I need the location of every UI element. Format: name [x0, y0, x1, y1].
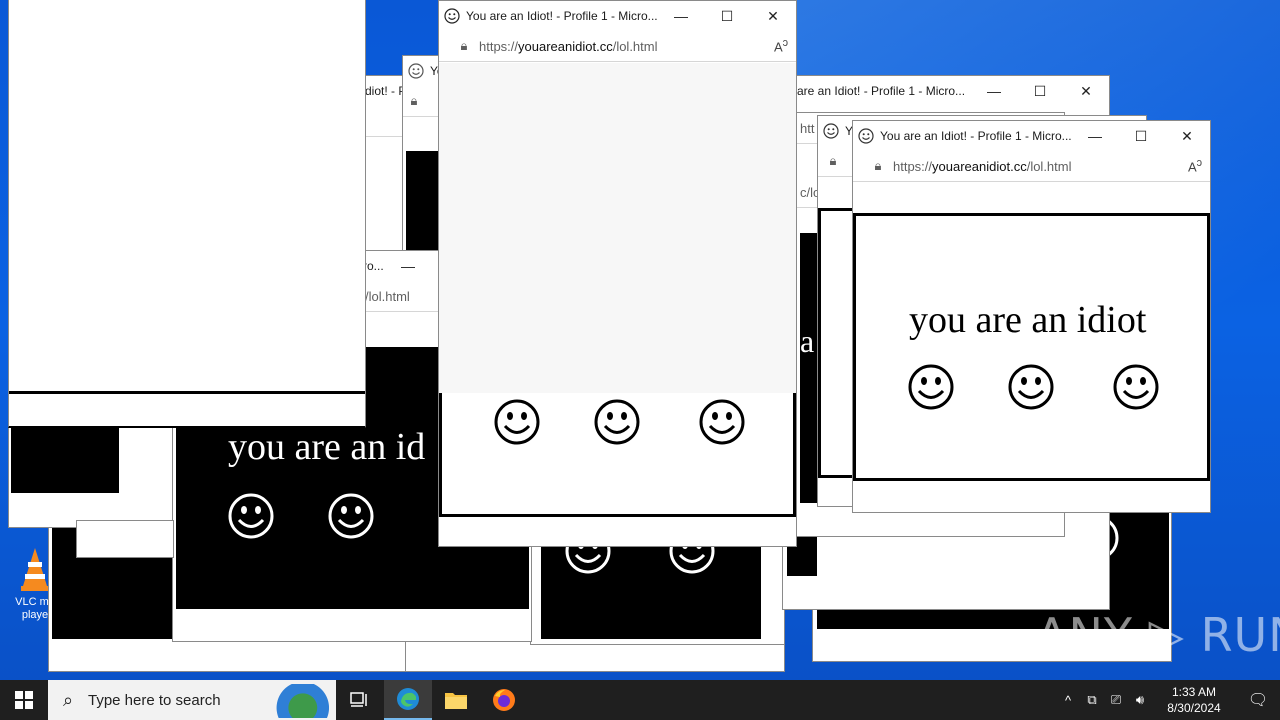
- firefox-icon: [493, 689, 515, 711]
- search-placeholder: Type here to search: [88, 691, 221, 709]
- title-bar[interactable]: You are an Idiot! - Profile 1 - Micro...…: [853, 121, 1210, 151]
- url-text[interactable]: https://youareanidiot.cc/lol.html: [893, 159, 1180, 174]
- read-aloud-icon[interactable]: Aↄ: [766, 37, 796, 54]
- page-content: [11, 421, 119, 493]
- minimize-button[interactable]: —: [1072, 121, 1118, 151]
- close-button[interactable]: ✕: [750, 1, 796, 31]
- url-domain: youareanidiot.cc: [932, 158, 1027, 174]
- url-path: /lol.html: [612, 38, 658, 54]
- windows-logo-icon: [15, 691, 33, 709]
- file-explorer-button[interactable]: [432, 680, 480, 720]
- clock-time: 1:33 AM: [1171, 685, 1217, 699]
- start-button[interactable]: [0, 680, 48, 720]
- smiley-favicon-icon: [444, 8, 460, 24]
- minimize-button[interactable]: —: [658, 1, 704, 31]
- task-view-button[interactable]: [336, 680, 384, 720]
- smiley-icon: [1113, 364, 1159, 410]
- smiley-icon: [228, 493, 274, 539]
- taskbar: ⌕ Type here to search ^ ⧉ ⎚ 🔊︎ 1:33 AM 8…: [0, 680, 1280, 720]
- url-path: /lol.html: [1026, 158, 1072, 174]
- minimize-button[interactable]: —: [385, 251, 431, 281]
- page-content: you are an idiot: [853, 213, 1210, 481]
- meet-now-icon[interactable]: ⧉: [1080, 692, 1104, 708]
- edge-taskbar-button[interactable]: [384, 680, 432, 720]
- browser-window[interactable]: [8, 0, 366, 428]
- page-loading-area: [439, 63, 796, 393]
- lock-icon: 🔒︎: [874, 158, 882, 173]
- chevron-up-icon[interactable]: ^: [1056, 693, 1080, 708]
- window-title: You are an Idiot! - Profile 1 - Micro...: [466, 9, 658, 23]
- taskbar-search[interactable]: ⌕ Type here to search: [48, 680, 336, 720]
- smiley-favicon-icon: [408, 63, 424, 79]
- smiley-icon: [1008, 364, 1054, 410]
- page-content: [9, 391, 365, 394]
- search-highlight-icon: [262, 684, 330, 718]
- task-view-icon: [350, 692, 367, 707]
- message-text: a: [800, 323, 815, 359]
- smiley-icon: [494, 399, 540, 445]
- url-prefix: https://: [479, 38, 519, 54]
- address-bar[interactable]: 🔒︎ https://youareanidiot.cc/lol.html Aↄ: [439, 31, 796, 62]
- folder-icon: [445, 693, 467, 709]
- clock[interactable]: 1:33 AM 8/30/2024: [1152, 684, 1236, 716]
- notification-icon[interactable]: 🗨︎: [1236, 690, 1280, 710]
- anyrun-watermark: ANY ▷ RUN: [1036, 608, 1280, 662]
- url-prefix: https://: [893, 158, 933, 174]
- lock-icon: 🔒︎: [829, 153, 837, 168]
- url-text[interactable]: https://youareanidiot.cc/lol.html: [479, 39, 766, 54]
- smiley-icon: [699, 399, 745, 445]
- smiley-icon: [328, 493, 374, 539]
- close-button[interactable]: ✕: [1164, 121, 1210, 151]
- smiley-icon: [594, 399, 640, 445]
- vlc-cone-icon: [21, 548, 49, 591]
- maximize-button[interactable]: ☐: [1118, 121, 1164, 151]
- search-icon: ⌕: [62, 689, 74, 710]
- url-domain: youareanidiot.cc: [518, 38, 613, 54]
- volume-icon[interactable]: 🔊︎: [1128, 692, 1152, 708]
- clock-date: 8/30/2024: [1167, 701, 1221, 715]
- read-aloud-icon[interactable]: Aↄ: [1180, 157, 1210, 174]
- smiley-favicon-icon: [823, 123, 839, 139]
- lock-icon: 🔒︎: [460, 38, 468, 53]
- window-title: You are an Idiot! - Profile 1 - Micro...: [880, 129, 1072, 143]
- smiley-favicon-icon: [858, 128, 874, 144]
- maximize-button[interactable]: ☐: [704, 1, 750, 31]
- network-icon[interactable]: ⎚: [1104, 692, 1128, 708]
- browser-window[interactable]: [76, 520, 174, 558]
- system-tray: ^ ⧉ ⎚ 🔊︎ 1:33 AM 8/30/2024 🗨︎: [1056, 680, 1280, 720]
- address-bar[interactable]: 🔒︎ https://youareanidiot.cc/lol.html Aↄ: [853, 151, 1210, 182]
- close-button[interactable]: ✕: [1063, 76, 1109, 106]
- lock-icon: 🔒︎: [410, 93, 418, 108]
- message-text: you are an idiot: [909, 299, 1147, 341]
- window-title: are an Idiot! - Profile 1 - Micro...: [797, 84, 966, 98]
- title-bar[interactable]: You are an Idiot! - Profile 1 - Micro...…: [439, 1, 796, 31]
- minimize-button[interactable]: —: [971, 76, 1017, 106]
- maximize-button[interactable]: ☐: [1017, 76, 1063, 106]
- edge-icon: [397, 688, 419, 710]
- browser-window[interactable]: You are an Idiot! - Profile 1 - Micro...…: [852, 120, 1211, 513]
- page-content: [439, 393, 796, 517]
- message-text: you are an id: [228, 426, 426, 468]
- browser-window[interactable]: You are an Idiot! - Profile 1 - Micro...…: [438, 0, 797, 547]
- title-bar[interactable]: are an Idiot! - Profile 1 - Micro... — ☐…: [783, 76, 1109, 106]
- smiley-icon: [908, 364, 954, 410]
- firefox-button[interactable]: [480, 680, 528, 720]
